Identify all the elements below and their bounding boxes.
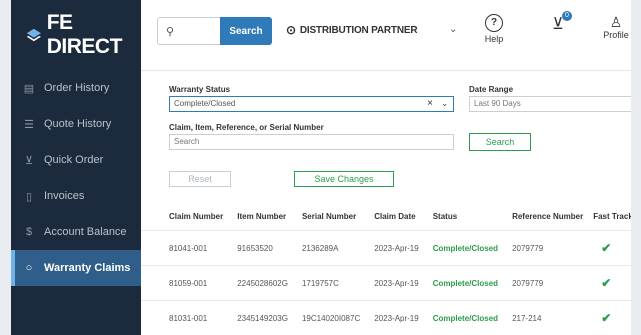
sidebar-item-warranty-claims[interactable]: ○ Warranty Claims (11, 250, 141, 286)
status-badge: Complete/Closed (418, 265, 499, 301)
warranty-status-select[interactable]: Complete/Closed × ⌄ (169, 96, 454, 112)
serial-number: 2136289A (287, 230, 361, 266)
sidebar-item-invoices[interactable]: ▯ Invoices (11, 178, 141, 214)
check-icon[interactable]: ✔ (583, 230, 631, 266)
main-content: Warranty Status Complete/Closed × ⌄ Date… (141, 71, 631, 335)
app-window: FE DIRECT ▤ Order History ☰ Quote Histor… (11, 0, 631, 335)
column-header[interactable]: Claim Number (141, 202, 223, 231)
reset-button[interactable]: Reset (169, 171, 231, 187)
help-label: Help (484, 34, 504, 44)
column-header[interactable]: Item Number (223, 202, 288, 231)
dollar-icon: $ (25, 226, 33, 238)
cart-button[interactable]: ⊻ 0 (546, 11, 572, 34)
logo-icon (26, 28, 41, 42)
sidebar-item-label: Account Balance (44, 226, 127, 238)
claim-number[interactable]: 81031-001 (141, 300, 224, 335)
reference-number: 217-214 (498, 300, 584, 335)
check-icon[interactable]: ✔ (583, 300, 631, 335)
warranty-status-value: Complete/Closed (174, 99, 236, 108)
sidebar: FE DIRECT ▤ Order History ☰ Quote Histor… (11, 0, 141, 335)
reference-number: 2079779 (498, 265, 584, 301)
file-icon: ▯ (25, 190, 33, 203)
table-row[interactable]: 81041-001 91653520 2136289A 2023-Apr-19 … (141, 230, 631, 266)
profile-label: Profile (603, 30, 629, 40)
claim-search-input[interactable]: Search (169, 134, 454, 150)
claim-number[interactable]: 81041-001 (141, 230, 224, 266)
status-badge: Complete/Closed (418, 300, 499, 335)
table-header-row: Claim Number Item Number Serial Number C… (141, 202, 631, 231)
circle-icon: ○ (25, 262, 33, 274)
serial-number: 1719757C (287, 265, 361, 301)
column-header[interactable]: Status (419, 202, 498, 231)
user-icon: ♙ (609, 14, 623, 30)
sidebar-item-label: Quick Order (44, 154, 104, 166)
sidebar-item-quick-order[interactable]: ⊻ Quick Order (11, 142, 141, 178)
sidebar-item-label: Quote History (44, 118, 112, 130)
table-row[interactable]: 81031-001 2345149203G 19C14020I087C 2023… (141, 300, 631, 335)
sidebar-item-label: Invoices (44, 190, 85, 202)
column-header[interactable]: Claim Date (360, 202, 418, 231)
chevron-down-icon[interactable]: ⌄ (449, 24, 457, 35)
clipboard-icon: ▤ (23, 82, 35, 95)
warranty-status-label: Warranty Status (169, 85, 231, 94)
warranty-claims-table: Claim Number Item Number Serial Number C… (141, 202, 631, 335)
cart-icon: ⊻ (24, 154, 34, 167)
cart-count-badge: 0 (562, 11, 572, 21)
brand-name: FE DIRECT (46, 11, 123, 58)
date-range-value: Last 90 Days (474, 99, 521, 108)
reference-number: 2079779 (498, 230, 584, 266)
claim-date: 2023-Apr-19 (360, 265, 419, 301)
search-button[interactable]: Search (220, 17, 272, 45)
document-list-icon: ☰ (24, 118, 34, 131)
column-header[interactable]: Serial Number (288, 202, 360, 231)
brand-logo[interactable]: FE DIRECT (11, 0, 141, 70)
sidebar-item-label: Warranty Claims (44, 262, 131, 274)
claim-search-button[interactable]: Search (469, 133, 531, 151)
help-button[interactable]: ? Help (479, 14, 509, 44)
search-input[interactable]: ⚲ (157, 17, 220, 45)
top-bar: ⚲ Search ⊙ DISTRIBUTION PARTNER ⌄ ? Help… (141, 0, 631, 71)
claim-date: 2023-Apr-19 (360, 300, 419, 335)
claim-date: 2023-Apr-19 (360, 230, 419, 266)
help-icon: ? (485, 14, 503, 32)
serial-number: 19C14020I087C (287, 300, 361, 335)
item-number: 2345149203G (223, 300, 288, 335)
item-number: 2245028602G (223, 265, 288, 301)
date-range-select[interactable]: Last 90 Days (469, 96, 631, 112)
claim-search-label: Claim, Item, Reference, or Serial Number (169, 123, 324, 132)
item-number: 91653520 (223, 230, 288, 266)
sidebar-item-account-balance[interactable]: $ Account Balance (11, 214, 141, 250)
date-range-label: Date Range (469, 85, 514, 94)
profile-button[interactable]: ♙ Profile (601, 14, 631, 40)
partner-selector[interactable]: ⊙ DISTRIBUTION PARTNER (286, 23, 418, 37)
partner-label: DISTRIBUTION PARTNER (299, 24, 418, 36)
location-pin-icon: ⊙ (286, 23, 296, 37)
check-icon[interactable]: ✔ (583, 265, 631, 301)
search-icon: ⚲ (166, 25, 175, 38)
column-header[interactable]: Fast TrackAction (583, 202, 631, 231)
column-header[interactable]: Reference Number (498, 202, 583, 231)
status-badge: Complete/Closed (418, 230, 499, 266)
chevron-down-icon[interactable]: ⌄ (441, 99, 448, 108)
table-row[interactable]: 81059-001 2245028602G 1719757C 2023-Apr-… (141, 265, 631, 301)
sidebar-item-label: Order History (44, 82, 110, 94)
clear-icon[interactable]: × (427, 98, 433, 109)
sidebar-item-order-history[interactable]: ▤ Order History (11, 70, 141, 106)
sidebar-item-quote-history[interactable]: ☰ Quote History (11, 106, 141, 142)
save-changes-button[interactable]: Save Changes (294, 171, 394, 187)
claim-search-placeholder: Search (174, 137, 200, 146)
claim-number[interactable]: 81059-001 (141, 265, 224, 301)
